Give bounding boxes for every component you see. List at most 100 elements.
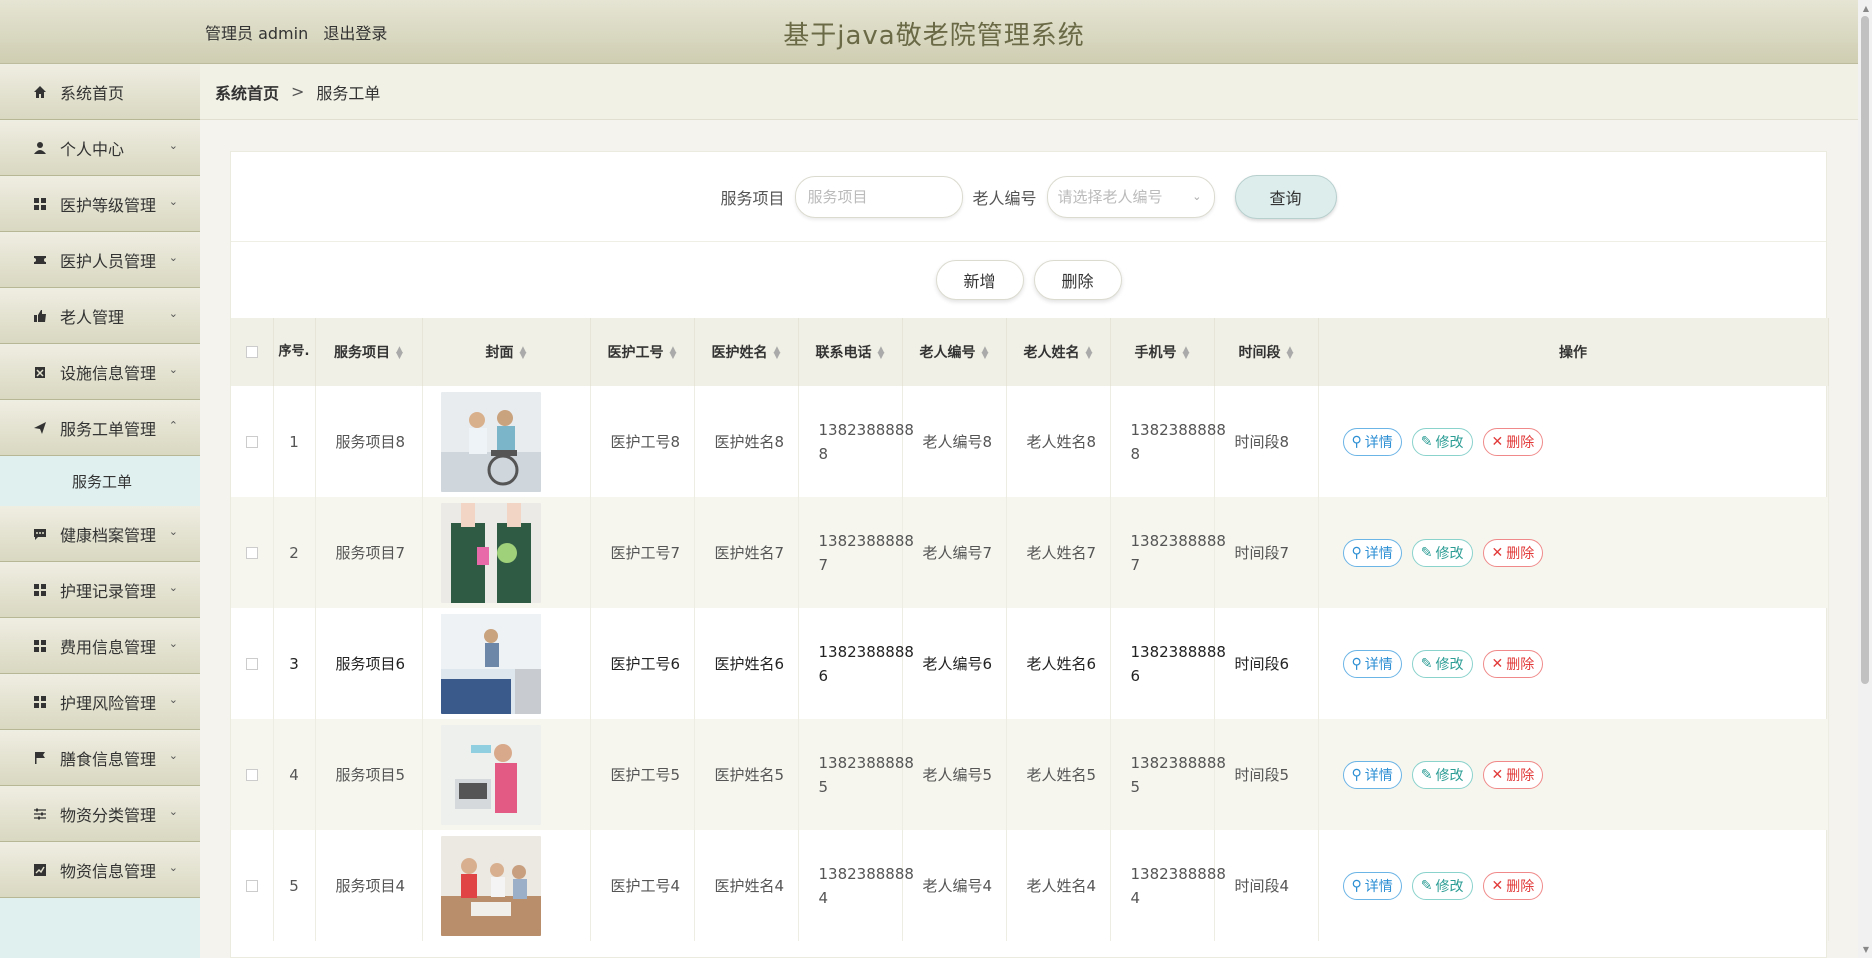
row-checkbox[interactable]	[231, 719, 274, 830]
sidebar-item-facilities[interactable]: 设施信息管理 ⌄	[0, 344, 200, 400]
close-icon: ✕	[1491, 433, 1504, 450]
service-search-input[interactable]: 服务项目	[794, 175, 963, 218]
select-all-checkbox[interactable]	[231, 318, 274, 386]
sidebar-item-elders[interactable]: 老人管理 ⌄	[0, 288, 200, 344]
main-panel: 服务项目 服务项目 老人编号 请选择老人编号 ⌄ 查询 新增 删除 序号. 服务…	[230, 151, 1829, 958]
cell-time-slot: 时间段7	[1214, 497, 1319, 608]
scroll-up-icon[interactable]: ▲	[1863, 4, 1869, 13]
col-mobile[interactable]: 手机号 ▲ ▼	[1110, 318, 1215, 386]
sidebar-item-label: 膳食信息管理	[60, 749, 157, 769]
edit-icon: ✎	[1420, 877, 1433, 894]
cell-elder-no: 老人编号8	[902, 386, 1007, 497]
row-checkbox[interactable]	[231, 830, 274, 941]
batch-delete-button[interactable]: 删除	[1033, 260, 1122, 300]
elder-label: 老人编号	[972, 188, 1037, 208]
table-header-row: 序号. 服务项目 ▲ ▼ 封面 ▲ ▼ 医护工号 ▲ ▼ 医护姓名 ▲ ▼ 联系电话 ▲ ▼ 老人编…	[231, 318, 1829, 386]
cell-service: 服务项目4	[315, 830, 423, 941]
cell-staff-name: 医护姓名6	[694, 608, 799, 719]
breadcrumb-home[interactable]: 系统首页	[215, 80, 279, 104]
col-staff-no[interactable]: 医护工号 ▲ ▼	[590, 318, 695, 386]
table-row: 3 服务项目6 医护工号6 医护姓名6 1382388888 6 老人编号6 老人…	[231, 608, 1829, 719]
cell-cover	[422, 497, 591, 608]
col-contact[interactable]: 联系电话 ▲ ▼	[798, 318, 903, 386]
scrollbar-thumb[interactable]	[1861, 16, 1869, 684]
home-icon	[32, 84, 48, 100]
cover-image[interactable]	[440, 613, 541, 714]
col-elder-no[interactable]: 老人编号 ▲ ▼	[902, 318, 1007, 386]
sidebar-item-fees[interactable]: 费用信息管理 ⌄	[0, 618, 200, 674]
submenu-item-service-orders[interactable]: 服务工单	[0, 456, 200, 506]
detail-button[interactable]: ⚲ 详情	[1342, 649, 1402, 678]
row-checkbox[interactable]	[231, 386, 274, 497]
edit-button[interactable]: ✎ 修改	[1411, 760, 1473, 789]
cell-service: 服务项目6	[315, 608, 423, 719]
edit-button[interactable]: ✎ 修改	[1411, 649, 1473, 678]
edit-icon: ✎	[1420, 655, 1433, 672]
row-checkbox[interactable]	[231, 497, 274, 608]
sidebar-item-care-records[interactable]: 护理记录管理 ⌄	[0, 562, 200, 618]
detail-button[interactable]: ⚲ 详情	[1342, 538, 1402, 567]
thumb-icon	[32, 308, 48, 324]
page-scrollbar[interactable]: ▲ ▼	[1858, 0, 1872, 958]
delete-button[interactable]: ✕ 删除	[1482, 871, 1544, 900]
delete-button[interactable]: ✕ 删除	[1482, 760, 1544, 789]
cover-image[interactable]	[440, 835, 541, 936]
edit-button[interactable]: ✎ 修改	[1411, 538, 1473, 567]
sidebar-item-home[interactable]: 系统首页	[0, 64, 200, 120]
cell-mobile: 1382388888 8	[1110, 386, 1226, 497]
row-checkbox[interactable]	[231, 608, 274, 719]
cell-elder-no: 老人编号5	[902, 719, 1007, 830]
col-service[interactable]: 服务项目 ▲ ▼	[315, 318, 423, 386]
cell-time-slot: 时间段6	[1214, 608, 1319, 719]
delete-button[interactable]: ✕ 删除	[1482, 427, 1544, 456]
add-button[interactable]: 新增	[935, 260, 1024, 300]
cell-mobile: 1382388888 6	[1110, 608, 1226, 719]
elder-select[interactable]: 请选择老人编号 ⌄	[1046, 175, 1215, 218]
search-icon: ⚲	[1351, 766, 1362, 783]
cell-elder-name: 老人姓名5	[1006, 719, 1111, 830]
cover-image[interactable]	[440, 502, 541, 603]
col-elder-name[interactable]: 老人姓名 ▲ ▼	[1006, 318, 1111, 386]
grid-icon	[32, 638, 48, 654]
send-icon	[32, 420, 48, 436]
edit-button[interactable]: ✎ 修改	[1411, 871, 1473, 900]
cover-image[interactable]	[440, 391, 541, 492]
row-index: 3	[273, 608, 316, 719]
sidebar-item-supply-categories[interactable]: 物资分类管理 ⌄	[0, 786, 200, 842]
scroll-down-icon[interactable]: ▼	[1863, 945, 1869, 954]
query-button[interactable]: 查询	[1234, 174, 1337, 219]
sidebar-item-meals[interactable]: 膳食信息管理 ⌄	[0, 730, 200, 786]
cell-elder-name: 老人姓名7	[1006, 497, 1111, 608]
sidebar-item-supplies[interactable]: 物资信息管理 ⌄	[0, 842, 200, 898]
edit-button[interactable]: ✎ 修改	[1411, 427, 1473, 456]
cell-mobile: 1382388888 5	[1110, 719, 1226, 830]
detail-button[interactable]: ⚲ 详情	[1342, 760, 1402, 789]
col-cover[interactable]: 封面 ▲ ▼	[422, 318, 591, 386]
chevron-down-icon: ⌄	[168, 525, 178, 538]
cell-time-slot: 时间段5	[1214, 719, 1319, 830]
cover-image[interactable]	[440, 724, 541, 825]
table-row: 5 服务项目4 医护工号4 医护姓名4 1382388888 4 老人编号4 老人…	[231, 830, 1829, 941]
close-icon: ✕	[1491, 544, 1504, 561]
sidebar-item-label: 设施信息管理	[60, 363, 157, 383]
sidebar-item-care-staff[interactable]: 医护人员管理 ⌄	[0, 232, 200, 288]
detail-button[interactable]: ⚲ 详情	[1342, 871, 1402, 900]
sort-icon: ▲ ▼	[1085, 345, 1093, 361]
detail-button[interactable]: ⚲ 详情	[1342, 427, 1402, 456]
sidebar-item-care-risk[interactable]: 护理风险管理 ⌄	[0, 674, 200, 730]
sidebar-item-personal[interactable]: 个人中心 ⌄	[0, 120, 200, 176]
delete-button[interactable]: ✕ 删除	[1482, 649, 1544, 678]
app-title: 基于java敬老院管理系统	[783, 21, 1085, 51]
cell-ops: ⚲ 详情 ✎ 修改 ✕ 删除	[1318, 497, 1829, 608]
sidebar-item-service-orders[interactable]: 服务工单管理 ⌃	[0, 400, 200, 456]
col-time-slot[interactable]: 时间段 ▲ ▼	[1214, 318, 1319, 386]
table-row: 4 服务项目5 医护工号5 医护姓名5 1382388888 5 老人编号5 老人…	[231, 719, 1829, 830]
cell-mobile: 1382388888 4	[1110, 830, 1226, 941]
row-index: 4	[273, 719, 316, 830]
sidebar-item-health-records[interactable]: 健康档案管理 ⌄	[0, 506, 200, 562]
cell-time-slot: 时间段8	[1214, 386, 1319, 497]
delete-button[interactable]: ✕ 删除	[1482, 538, 1544, 567]
col-staff-name[interactable]: 医护姓名 ▲ ▼	[694, 318, 799, 386]
chevron-down-icon: ⌄	[168, 195, 178, 208]
sidebar-item-care-level[interactable]: 医护等级管理 ⌄	[0, 176, 200, 232]
